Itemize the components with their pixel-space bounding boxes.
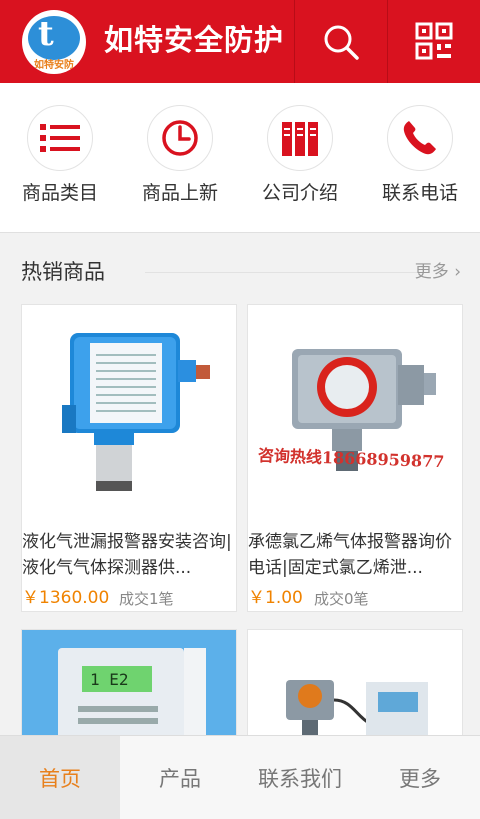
quicknav-label: 公司介绍 <box>261 182 338 204</box>
product-image[interactable] <box>22 305 236 519</box>
app-header: t 如特安防 如特安全防护 <box>0 0 480 83</box>
more-link[interactable]: 更多 › <box>415 259 461 285</box>
section-title: 热销商品 <box>21 260 105 284</box>
product-price: ￥1.00 <box>248 588 303 608</box>
site-title: 如特安全防护 <box>104 23 285 57</box>
gas-detector-image <box>62 333 210 491</box>
qrcode-icon <box>415 22 453 59</box>
quick-nav: 商品类目 商品上新 公司介绍 联系电话 <box>0 83 480 233</box>
detector-set-image <box>286 680 428 748</box>
product-name[interactable]: 液化气泄漏报警器安装咨询|液化气气体探测器供... <box>22 529 236 581</box>
quicknav-icon-circle <box>267 105 333 171</box>
bottom-tab-bar: 首页 产品 联系我们 更多 <box>0 735 480 819</box>
product-card[interactable]: 1 E2 <box>21 629 237 749</box>
product-sold-count: 成交1笔 <box>119 590 174 608</box>
product-name[interactable]: 承德氯乙烯气体报警器询价电话|固定式氯乙烯泄... <box>248 529 462 581</box>
alarm-device-image <box>292 349 436 471</box>
quicknav-item-categories[interactable]: 商品类目 <box>0 105 120 205</box>
tab-contact[interactable]: 联系我们 <box>240 736 360 819</box>
product-image[interactable] <box>248 630 462 748</box>
building-icon <box>282 122 318 156</box>
search-icon <box>324 25 359 60</box>
quicknav-icon-circle <box>27 105 93 171</box>
qrcode-button[interactable] <box>387 0 480 83</box>
section-header: 热销商品 更多 › <box>21 257 461 287</box>
product-sold-count: 成交0笔 <box>314 590 369 608</box>
quicknav-label: 联系电话 <box>381 182 458 204</box>
logo-ring <box>28 16 80 60</box>
clock-icon <box>162 120 198 156</box>
divider <box>145 272 417 273</box>
tab-more[interactable]: 更多 <box>360 736 480 819</box>
quicknav-label: 商品上新 <box>141 182 218 204</box>
search-button[interactable] <box>294 0 387 83</box>
quicknav-item-about[interactable]: 公司介绍 <box>240 105 360 205</box>
quicknav-icon-circle <box>147 105 213 171</box>
quicknav-label: 商品类目 <box>21 182 98 204</box>
tab-products[interactable]: 产品 <box>120 736 240 819</box>
product-price: ￥1360.00 <box>22 588 110 608</box>
site-logo[interactable]: t 如特安防 <box>22 10 86 74</box>
product-card[interactable]: 液化气泄漏报警器安装咨询|液化气气体探测器供... ￥1360.00 成交1笔 <box>21 304 237 612</box>
quicknav-item-new[interactable]: 商品上新 <box>120 105 240 205</box>
list-icon <box>40 124 80 152</box>
logo-letter: t <box>38 14 54 54</box>
quicknav-icon-circle <box>387 105 453 171</box>
product-image[interactable]: 咨询热线18668959877 <box>248 305 462 519</box>
logo-text: 如特安防 <box>34 60 74 71</box>
control-panel-image <box>22 630 236 748</box>
tab-home[interactable]: 首页 <box>0 736 120 819</box>
product-card[interactable]: 咨询热线18668959877 承德氯乙烯气体报警器询价电话|固定式氯乙烯泄..… <box>247 304 463 612</box>
product-card[interactable] <box>247 629 463 749</box>
quicknav-item-phone[interactable]: 联系电话 <box>360 105 480 205</box>
product-image[interactable]: 1 E2 <box>22 630 236 748</box>
panel-display-text: 1 E2 <box>90 670 129 689</box>
phone-icon <box>403 121 436 155</box>
